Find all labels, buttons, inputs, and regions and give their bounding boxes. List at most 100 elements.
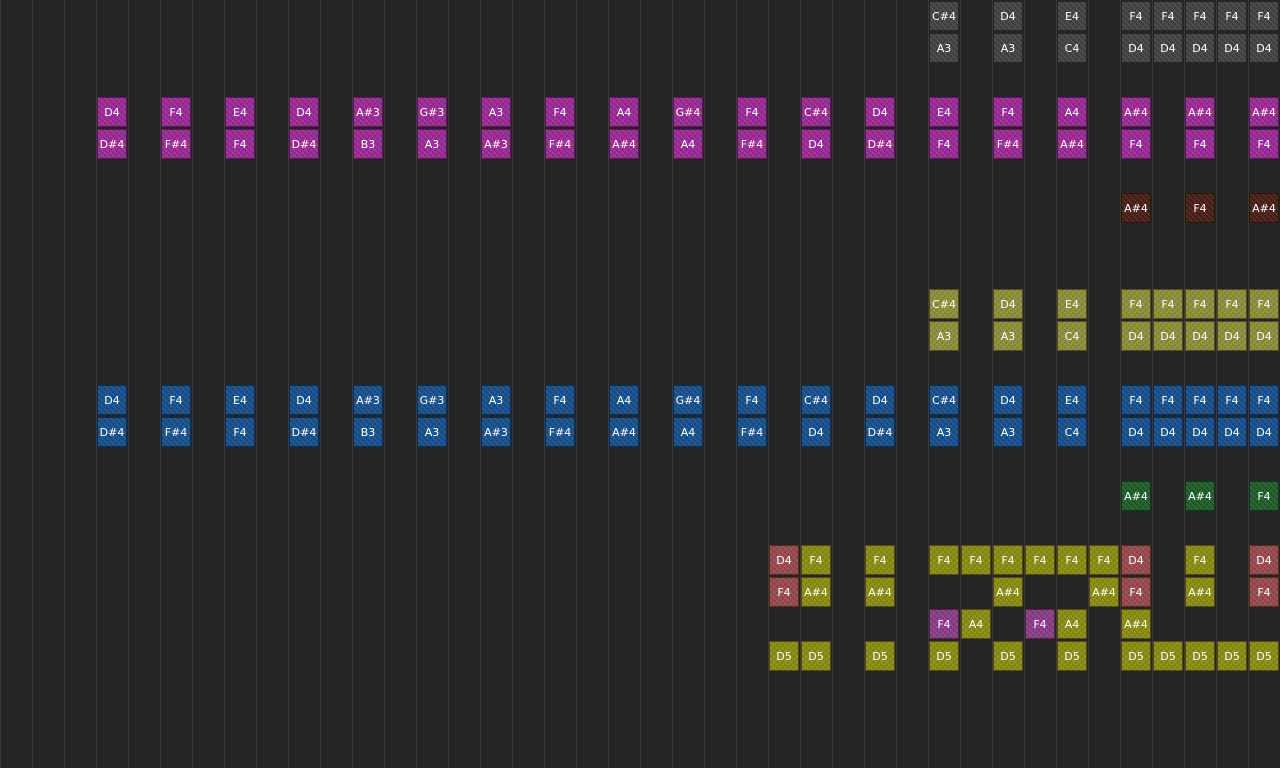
note-block[interactable]: C#4 <box>801 385 831 415</box>
note-block[interactable]: E4 <box>225 385 255 415</box>
note-block[interactable]: A4 <box>673 417 703 447</box>
note-block[interactable]: F4 <box>1185 1 1215 31</box>
note-block[interactable]: D4 <box>289 97 319 127</box>
note-block[interactable]: A#4 <box>1249 97 1279 127</box>
note-block[interactable]: D4 <box>97 97 127 127</box>
note-block[interactable]: F4 <box>1217 289 1247 319</box>
note-block[interactable]: D5 <box>1153 641 1183 671</box>
note-block[interactable]: F4 <box>737 385 767 415</box>
note-block[interactable]: D4 <box>1185 33 1215 63</box>
note-block[interactable]: D4 <box>865 385 895 415</box>
note-block[interactable]: D4 <box>1217 33 1247 63</box>
note-block[interactable]: D5 <box>1185 641 1215 671</box>
note-block[interactable]: A#4 <box>609 417 639 447</box>
note-block[interactable]: F#4 <box>161 129 191 159</box>
note-block[interactable]: F4 <box>865 545 895 575</box>
note-block[interactable]: C#4 <box>929 385 959 415</box>
note-block[interactable]: D5 <box>1057 641 1087 671</box>
note-block[interactable]: D#4 <box>97 129 127 159</box>
note-block[interactable]: F4 <box>1185 129 1215 159</box>
note-block[interactable]: F4 <box>1089 545 1119 575</box>
note-block[interactable]: A4 <box>1057 97 1087 127</box>
note-block[interactable]: F4 <box>1249 129 1279 159</box>
note-block[interactable]: F4 <box>545 385 575 415</box>
note-block[interactable]: A3 <box>417 129 447 159</box>
note-block[interactable]: E4 <box>1057 289 1087 319</box>
note-block[interactable]: D4 <box>1249 417 1279 447</box>
note-block[interactable]: D4 <box>993 1 1023 31</box>
note-block[interactable]: F4 <box>1121 385 1151 415</box>
note-block[interactable]: F4 <box>993 97 1023 127</box>
note-block[interactable]: A#4 <box>1185 97 1215 127</box>
note-block[interactable]: D4 <box>769 545 799 575</box>
note-block[interactable]: A#4 <box>1121 609 1151 639</box>
note-block[interactable]: F#4 <box>993 129 1023 159</box>
note-block[interactable]: E4 <box>1057 1 1087 31</box>
note-block[interactable]: D#4 <box>865 129 895 159</box>
note-block[interactable]: A3 <box>993 33 1023 63</box>
note-block[interactable]: F4 <box>929 545 959 575</box>
note-block[interactable]: D4 <box>1217 321 1247 351</box>
note-block[interactable]: F4 <box>225 129 255 159</box>
note-block[interactable]: D4 <box>1121 321 1151 351</box>
note-block[interactable]: D#4 <box>289 129 319 159</box>
note-block[interactable]: A3 <box>417 417 447 447</box>
note-block[interactable]: D5 <box>801 641 831 671</box>
note-block[interactable]: B3 <box>353 129 383 159</box>
note-block[interactable]: D4 <box>1153 33 1183 63</box>
note-block[interactable]: A3 <box>929 33 959 63</box>
note-block[interactable]: A#4 <box>609 129 639 159</box>
note-block[interactable]: C4 <box>1057 33 1087 63</box>
note-block[interactable]: D4 <box>1249 33 1279 63</box>
note-block[interactable]: A#4 <box>1089 577 1119 607</box>
note-block[interactable]: C4 <box>1057 417 1087 447</box>
note-block[interactable]: A#4 <box>1121 97 1151 127</box>
note-block[interactable]: C#4 <box>929 289 959 319</box>
note-block[interactable]: A#4 <box>1057 129 1087 159</box>
note-block[interactable]: B3 <box>353 417 383 447</box>
note-block[interactable]: A#3 <box>353 385 383 415</box>
note-block[interactable]: A#4 <box>1249 193 1279 223</box>
note-block[interactable]: A3 <box>481 385 511 415</box>
note-block[interactable]: F4 <box>545 97 575 127</box>
note-block[interactable]: E4 <box>929 97 959 127</box>
note-block[interactable]: F4 <box>1249 1 1279 31</box>
note-block[interactable]: C#4 <box>929 1 959 31</box>
note-block[interactable]: D4 <box>1249 321 1279 351</box>
note-block[interactable]: E4 <box>1057 385 1087 415</box>
note-block[interactable]: A#4 <box>1121 193 1151 223</box>
note-block[interactable]: F4 <box>225 417 255 447</box>
note-block[interactable]: F#4 <box>545 129 575 159</box>
note-block[interactable]: A#4 <box>865 577 895 607</box>
note-block[interactable]: D#4 <box>97 417 127 447</box>
note-block[interactable]: F4 <box>769 577 799 607</box>
note-block[interactable]: F4 <box>1153 1 1183 31</box>
note-block[interactable]: D4 <box>1153 321 1183 351</box>
note-block[interactable]: A3 <box>993 321 1023 351</box>
note-block[interactable]: A4 <box>673 129 703 159</box>
note-block[interactable]: D4 <box>1121 33 1151 63</box>
note-block[interactable]: F4 <box>1121 1 1151 31</box>
note-block[interactable]: A#4 <box>801 577 831 607</box>
note-block[interactable]: A4 <box>609 97 639 127</box>
note-block[interactable]: D5 <box>993 641 1023 671</box>
note-block[interactable]: F4 <box>1185 545 1215 575</box>
note-block[interactable]: G#3 <box>417 385 447 415</box>
note-block[interactable]: A#4 <box>1185 577 1215 607</box>
note-block[interactable]: D4 <box>801 417 831 447</box>
note-block[interactable]: A3 <box>993 417 1023 447</box>
note-block[interactable]: D4 <box>1217 417 1247 447</box>
note-block[interactable]: A#4 <box>993 577 1023 607</box>
note-block[interactable]: F4 <box>1025 609 1055 639</box>
note-block[interactable]: F4 <box>1249 385 1279 415</box>
note-block[interactable]: A#4 <box>1121 481 1151 511</box>
note-block[interactable]: D5 <box>769 641 799 671</box>
note-block[interactable]: D4 <box>993 385 1023 415</box>
note-block[interactable]: F4 <box>1025 545 1055 575</box>
note-block[interactable]: D4 <box>801 129 831 159</box>
note-block[interactable]: A4 <box>961 609 991 639</box>
note-block[interactable]: F4 <box>1121 129 1151 159</box>
note-block[interactable]: D4 <box>97 385 127 415</box>
note-block[interactable]: A#3 <box>481 417 511 447</box>
note-block[interactable]: A3 <box>929 321 959 351</box>
